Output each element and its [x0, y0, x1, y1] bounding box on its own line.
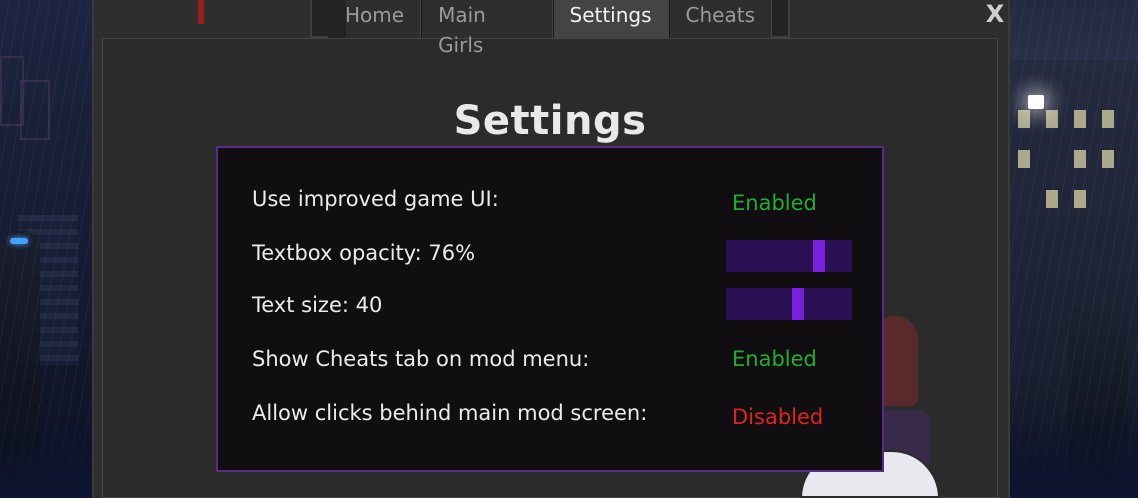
setting-row-textbox-opacity: Textbox opacity: 76% [252, 236, 852, 272]
red-marker [198, 0, 204, 24]
tab-home[interactable]: Home [328, 0, 422, 38]
show-cheats-tab-toggle[interactable]: Enabled [732, 342, 817, 376]
improved-ui-toggle[interactable]: Enabled [732, 186, 817, 220]
settings-box: Use improved game UI: Enabled Textbox op… [216, 146, 884, 472]
slider-thumb[interactable] [813, 240, 825, 272]
setting-row-show-cheats-tab: Show Cheats tab on mod menu: Enabled [252, 342, 852, 376]
textbox-opacity-slider[interactable] [726, 240, 852, 272]
setting-row-text-size: Text size: 40 [252, 288, 852, 322]
setting-row-allow-clicks-behind: Allow clicks behind main mod screen: Dis… [252, 396, 852, 430]
setting-label: Text size: 40 [252, 293, 383, 317]
tab-main-girls[interactable]: Main Girls [421, 0, 553, 57]
setting-label: Textbox opacity: 76% [252, 241, 476, 265]
setting-row-improved-ui: Use improved game UI: Enabled [252, 182, 852, 216]
tab-settings[interactable]: Settings [552, 0, 669, 38]
text-size-slider[interactable] [726, 288, 852, 320]
setting-label: Use improved game UI: [252, 187, 499, 211]
close-button[interactable]: X [984, 0, 1006, 28]
page-title: Settings [453, 98, 647, 144]
slider-thumb[interactable] [792, 288, 804, 320]
tab-bar: Home Main Girls Settings Cheats [310, 0, 790, 57]
setting-label: Show Cheats tab on mod menu: [252, 347, 590, 371]
setting-label: Allow clicks behind main mod screen: [252, 401, 648, 425]
tab-cheats[interactable]: Cheats [668, 0, 772, 38]
allow-clicks-behind-toggle[interactable]: Disabled [732, 400, 823, 434]
